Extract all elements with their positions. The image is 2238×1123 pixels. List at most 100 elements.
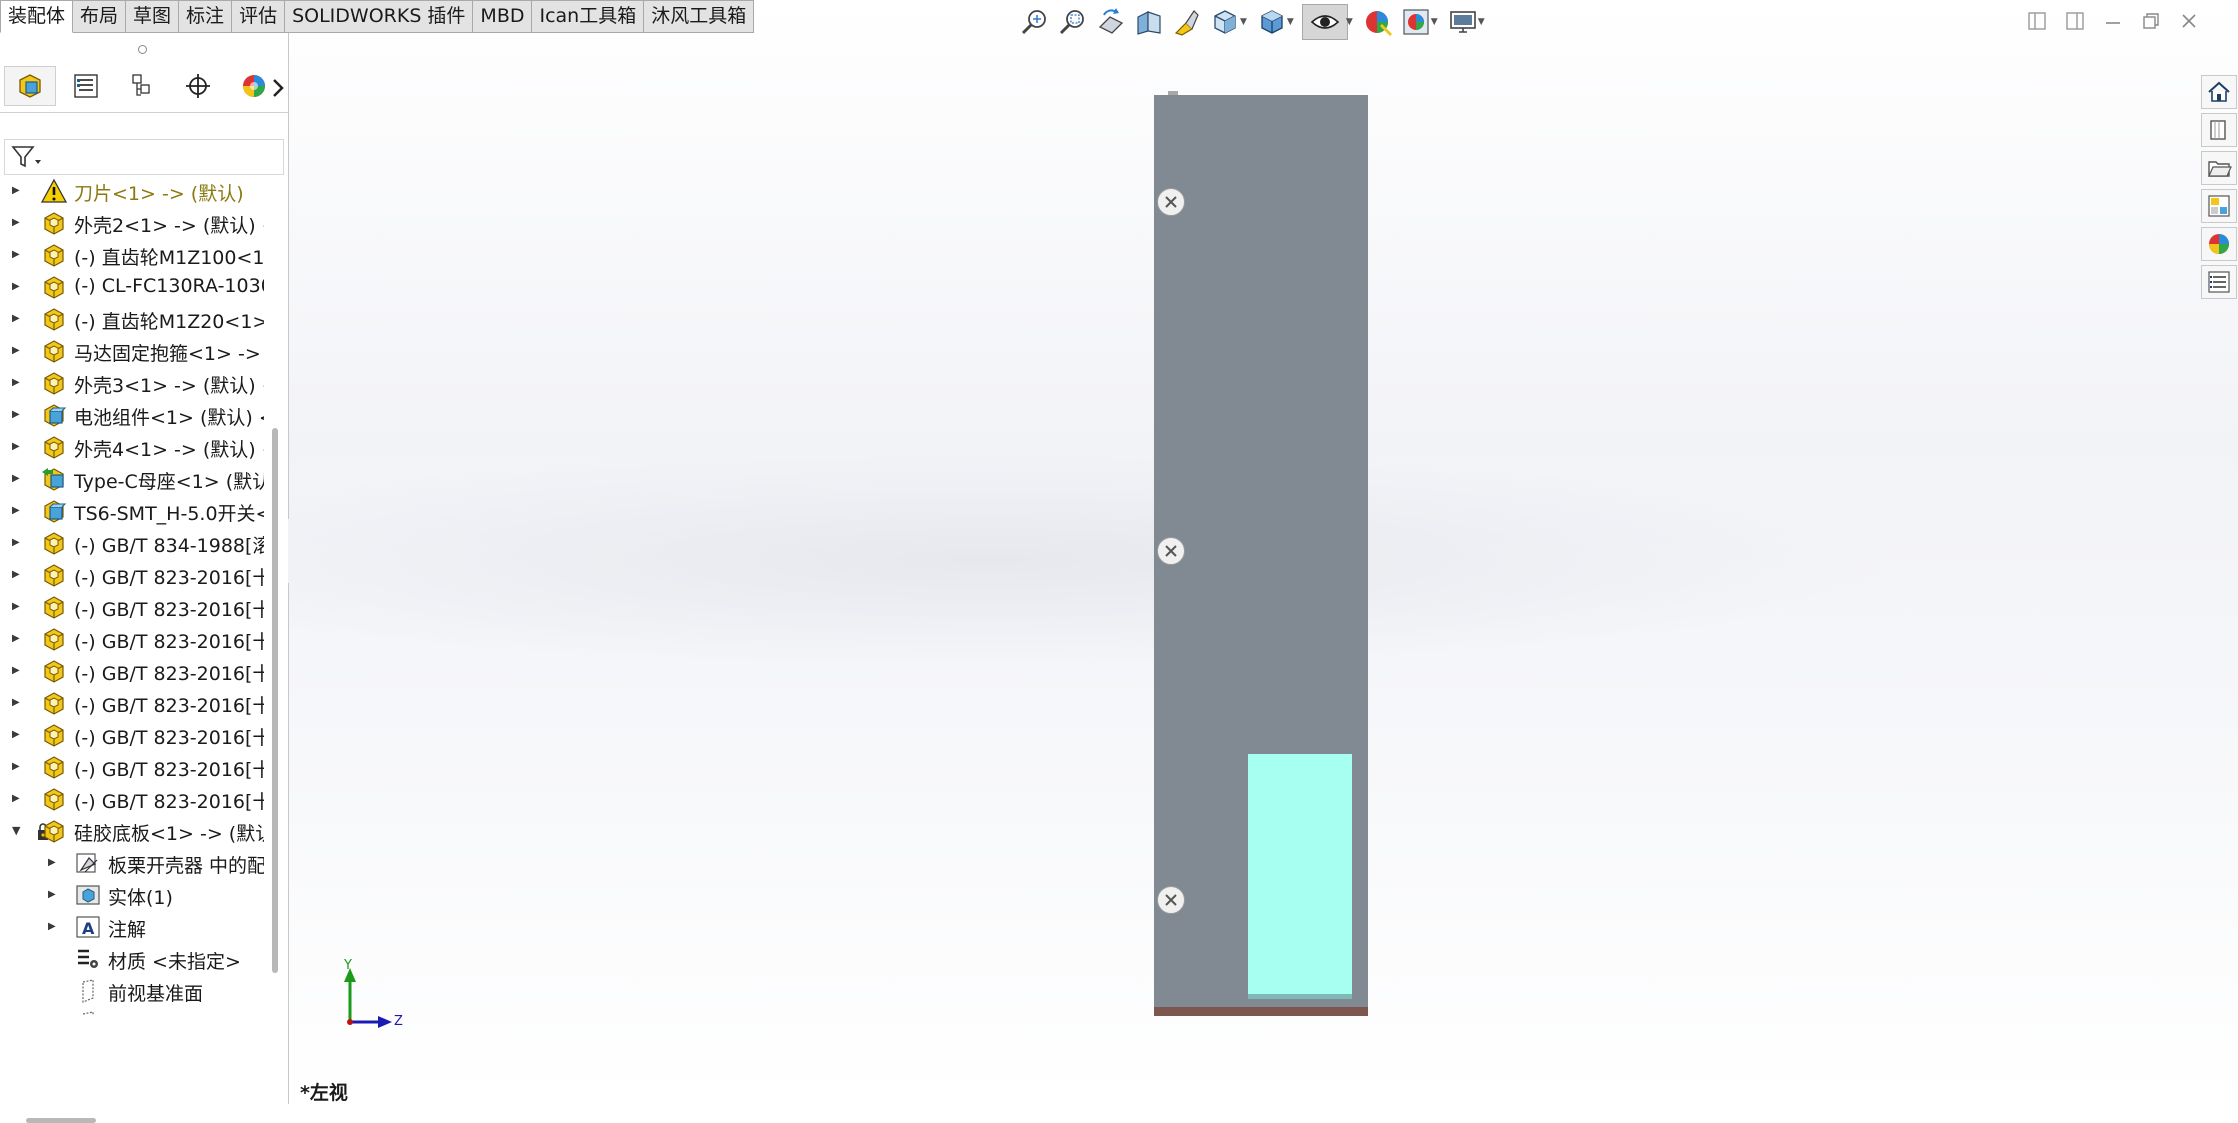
tree-row[interactable]: ▶ 实体(1) [0,879,264,911]
tile-right-icon[interactable] [2056,10,2094,32]
tree-row[interactable]: ▶ (-) GB/T 823-2016[十字 [0,783,264,815]
edit-appearance-icon[interactable] [1361,5,1395,39]
zoom-to-area-icon[interactable] [1056,5,1090,39]
dropdown-caret-icon[interactable]: ▼ [1346,17,1353,27]
previous-view-icon[interactable] [1094,5,1128,39]
expand-arrow-icon[interactable]: ▶ [12,345,22,357]
panel-pin-icon[interactable] [138,45,147,54]
custom-properties-icon[interactable] [2201,265,2237,299]
expand-arrow-icon[interactable]: ▶ [12,665,22,677]
zoom-to-fit-icon[interactable] [1018,5,1052,39]
dropdown-caret-icon[interactable]: ▼ [1478,17,1485,27]
featuremanager-icon[interactable] [4,66,56,106]
tree-row[interactable]: ▶ (-) GB/T 823-2016[十字 [0,751,264,783]
tree-row[interactable]: ▶ 刀片<1> -> (默认) [0,175,264,207]
expand-arrow-icon[interactable]: ▶ [12,729,22,741]
expand-arrow-icon[interactable]: ▶ [12,633,22,645]
expand-arrow-icon[interactable]: ▶ [12,281,22,293]
display-style-icon[interactable] [1255,5,1289,39]
tree-row[interactable]: ▶ (-) 直齿轮M1Z20<1> ( [0,303,264,335]
propertymanager-icon[interactable] [60,66,112,106]
tree-row[interactable]: ▶ 电池组件<1> (默认) <默 [0,399,264,431]
tree-row[interactable]: ▶ 外壳2<1> -> (默认) << [0,207,264,239]
minimize-icon[interactable] [2094,10,2132,32]
expand-arrow-icon[interactable]: ▶ [12,217,22,229]
expand-arrow-icon[interactable]: ▶ [12,409,22,421]
home-icon[interactable] [2201,75,2237,109]
tree-item-label: (-) GB/T 823-2016[十字 [74,663,264,685]
tree-horizontal-scrollbar[interactable] [26,1118,96,1123]
apply-scene-icon[interactable] [1399,5,1433,39]
tab-4[interactable]: 评估 [232,0,286,33]
collapse-arrow-icon[interactable]: ▼ [12,825,22,837]
expand-arrow-icon[interactable]: ▶ [12,185,22,197]
expand-arrow-icon[interactable]: ▶ [48,889,58,901]
tree-row[interactable]: ▶ Type-C母座<1> (默认) [0,463,264,495]
expand-arrow-icon[interactable]: ▶ [12,441,22,453]
hide-show-items-icon[interactable] [1301,4,1348,40]
file-explorer-icon[interactable] [2201,151,2237,185]
expand-arrow-icon[interactable]: ▶ [12,601,22,613]
close-icon[interactable] [2170,10,2208,32]
expand-arrow-icon[interactable]: ▶ [12,569,22,581]
tree-row[interactable]: 材质 <未指定> [0,943,264,975]
expand-arrow-icon[interactable]: ▶ [12,377,22,389]
tab-7[interactable]: Ican工具箱 [532,0,645,33]
panel-more-chevron-icon[interactable] [268,75,288,101]
dropdown-caret-icon[interactable]: ▼ [1240,17,1247,27]
tab-2[interactable]: 草图 [126,0,180,33]
tree-row[interactable]: ▶ 马达固定抱箍<1> -> (默 [0,335,264,367]
tree-row[interactable]: ▶ TS6-SMT_H-5.0开关<1 [0,495,264,527]
tree-row[interactable]: ▶ (-) CL-FC130RA-10300 [0,271,264,303]
expand-arrow-icon[interactable]: ▶ [12,505,22,517]
expand-arrow-icon[interactable]: ▶ [12,313,22,325]
expand-arrow-icon[interactable]: ▶ [12,537,22,549]
expand-arrow-icon[interactable]: ▶ [12,473,22,485]
tree-row[interactable]: 前视基准面 [0,975,264,1007]
tab-5[interactable]: SOLIDWORKS 插件 [285,0,474,33]
dropdown-caret-icon[interactable]: ▼ [1287,17,1294,27]
tree-row[interactable]: 上视基准面 [0,1007,264,1015]
part-icon [40,753,68,781]
tree-row[interactable]: ▶ (-) GB/T 823-2016[十字 [0,591,264,623]
dimxpertmanager-icon[interactable] [172,66,224,106]
filter-icon[interactable] [11,144,43,175]
model-window-panel[interactable] [1248,754,1352,996]
tree-row[interactable]: ▶ (-) GB/T 834-1988[滚花 [0,527,264,559]
tab-0[interactable]: 装配体 [0,0,74,33]
tree-row[interactable]: ▶ (-) GB/T 823-2016[十字 [0,559,264,591]
restore-icon[interactable] [2132,10,2170,32]
tree-row[interactable]: ▶ (-) GB/T 823-2016[十字 [0,687,264,719]
tree-row[interactable]: ▶ 外壳4<1> -> (默认) << [0,431,264,463]
expand-arrow-icon[interactable]: ▶ [12,249,22,261]
configurationmanager-icon[interactable] [116,66,168,106]
expand-arrow-icon[interactable]: ▶ [48,857,58,869]
tree-row[interactable]: ▼ 硅胶底板<1> -> (默认) [0,815,264,847]
tile-left-icon[interactable] [2018,10,2056,32]
view-orientation-icon[interactable] [1208,5,1242,39]
tree-row[interactable]: ▶ A 注解 [0,911,264,943]
tab-1[interactable]: 布局 [73,0,127,33]
section-view-icon[interactable] [1132,5,1166,39]
appearances-icon[interactable] [2201,227,2237,261]
tree-vertical-scrollbar[interactable] [272,428,278,973]
expand-arrow-icon[interactable]: ▶ [12,761,22,773]
dynamic-annotation-icon[interactable] [1170,5,1204,39]
expand-arrow-icon[interactable]: ▶ [12,697,22,709]
expand-arrow-icon[interactable]: ▶ [48,921,58,933]
tree-row[interactable]: ▶ (-) GB/T 823-2016[十字 [0,623,264,655]
tree-row[interactable]: ▶ (-) GB/T 823-2016[十字 [0,719,264,751]
tab-8[interactable]: 沐风工具箱 [644,0,755,33]
expand-arrow-icon[interactable]: ▶ [12,793,22,805]
tree-row[interactable]: ▶ (-) 直齿轮M1Z100<1> [0,239,264,271]
design-library-icon[interactable] [2201,113,2237,147]
tree-row[interactable]: ▶ 板栗开壳器 中的配合 [0,847,264,879]
tab-3[interactable]: 标注 [179,0,233,33]
dropdown-caret-icon[interactable]: ▼ [1431,17,1438,27]
view-settings-icon[interactable] [1446,5,1480,39]
view-palette-icon[interactable] [2201,189,2237,223]
tree-filter-box[interactable] [4,139,284,175]
tree-row[interactable]: ▶ (-) GB/T 823-2016[十字 [0,655,264,687]
tree-row[interactable]: ▶ 外壳3<1> -> (默认) << [0,367,264,399]
tab-6[interactable]: MBD [473,0,533,33]
